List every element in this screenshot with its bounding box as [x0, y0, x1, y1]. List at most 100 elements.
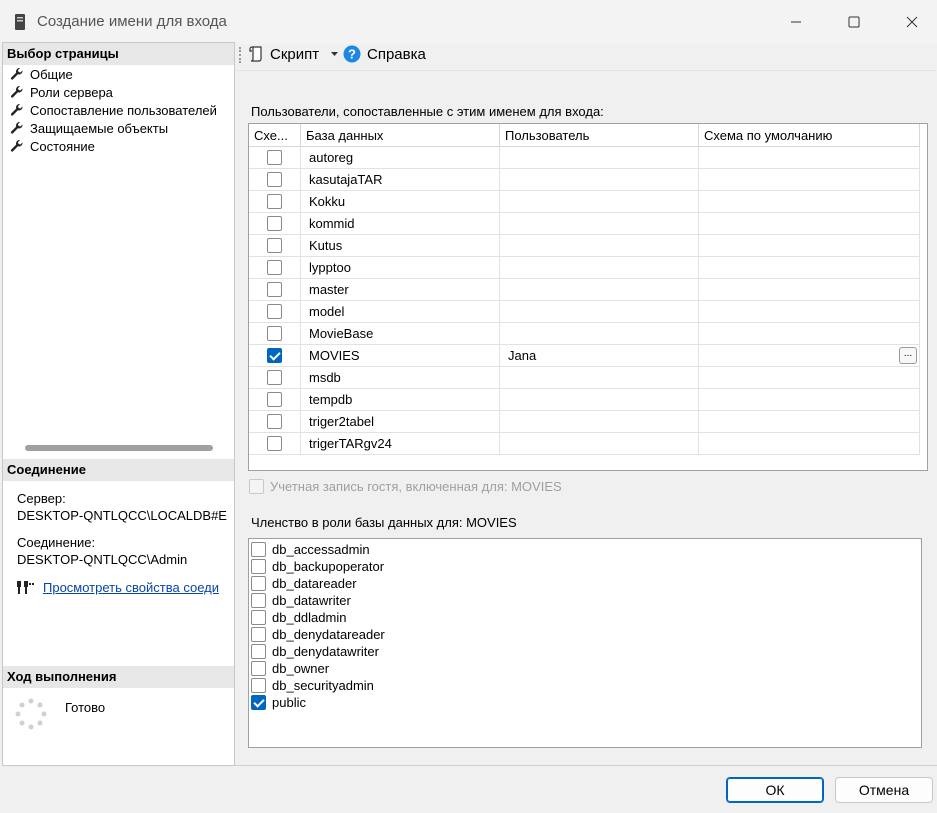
user-cell[interactable] — [500, 147, 699, 169]
map-checkbox[interactable] — [267, 282, 282, 297]
default-schema-cell[interactable]: ... — [699, 345, 920, 367]
role-checkbox[interactable] — [251, 644, 266, 659]
map-checkbox[interactable] — [267, 216, 282, 231]
table-row[interactable]: MOVIES Jana... — [249, 345, 920, 367]
user-cell[interactable] — [500, 169, 699, 191]
map-checkbox[interactable] — [267, 172, 282, 187]
role-checkbox[interactable] — [251, 678, 266, 693]
role-checkbox[interactable] — [251, 576, 266, 591]
map-checkbox[interactable] — [267, 326, 282, 341]
database-cell[interactable]: trigerTARgv24 — [301, 433, 500, 455]
ok-button[interactable]: ОК — [726, 777, 824, 803]
table-row[interactable]: triger2tabel — [249, 411, 920, 433]
page-item-securables[interactable]: Защищаемые объекты — [3, 119, 234, 137]
user-cell[interactable] — [500, 367, 699, 389]
column-header-map[interactable]: Схе... — [249, 124, 301, 147]
role-item[interactable]: db_owner — [251, 660, 329, 677]
map-checkbox[interactable] — [267, 414, 282, 429]
user-cell[interactable] — [500, 323, 699, 345]
page-item-user-mapping[interactable]: Сопоставление пользователей — [3, 101, 234, 119]
user-cell[interactable] — [500, 433, 699, 455]
page-item-general[interactable]: Общие — [3, 65, 234, 83]
map-checkbox[interactable] — [267, 194, 282, 209]
user-cell[interactable] — [500, 235, 699, 257]
table-row[interactable]: model — [249, 301, 920, 323]
chevron-down-icon[interactable] — [331, 51, 339, 57]
database-cell[interactable]: Kutus — [301, 235, 500, 257]
role-checkbox[interactable] — [251, 695, 266, 710]
database-cell[interactable]: MovieBase — [301, 323, 500, 345]
table-row[interactable]: msdb — [249, 367, 920, 389]
role-item[interactable]: db_ddladmin — [251, 609, 346, 626]
role-checkbox[interactable] — [251, 610, 266, 625]
page-item-server-roles[interactable]: Роли сервера — [3, 83, 234, 101]
close-icon[interactable] — [900, 10, 924, 34]
role-checkbox[interactable] — [251, 542, 266, 557]
default-schema-cell[interactable] — [699, 169, 920, 191]
user-cell[interactable]: Jana — [500, 345, 699, 367]
role-checkbox[interactable] — [251, 661, 266, 676]
user-cell[interactable] — [500, 389, 699, 411]
map-checkbox[interactable] — [267, 260, 282, 275]
table-row[interactable]: Kutus — [249, 235, 920, 257]
user-cell[interactable] — [500, 279, 699, 301]
table-row[interactable]: trigerTARgv24 — [249, 433, 920, 455]
database-cell[interactable]: triger2tabel — [301, 411, 500, 433]
column-header-user[interactable]: Пользователь — [500, 124, 699, 147]
default-schema-cell[interactable] — [699, 323, 920, 345]
database-cell[interactable]: kasutajaTAR — [301, 169, 500, 191]
map-checkbox[interactable] — [267, 238, 282, 253]
role-item[interactable]: db_denydatawriter — [251, 643, 379, 660]
role-item[interactable]: db_backupoperator — [251, 558, 384, 575]
column-header-default-schema[interactable]: Схема по умолчанию — [699, 124, 920, 147]
map-checkbox[interactable] — [267, 348, 282, 363]
user-cell[interactable] — [500, 257, 699, 279]
map-checkbox[interactable] — [267, 150, 282, 165]
page-item-status[interactable]: Состояние — [3, 137, 234, 155]
table-row[interactable]: autoreg — [249, 147, 920, 169]
user-cell[interactable] — [500, 301, 699, 323]
script-button[interactable]: Скрипт — [248, 45, 339, 63]
database-cell[interactable]: msdb — [301, 367, 500, 389]
database-cell[interactable]: autoreg — [301, 147, 500, 169]
help-button[interactable]: ? Справка — [343, 45, 426, 63]
table-row[interactable]: MovieBase — [249, 323, 920, 345]
map-checkbox[interactable] — [267, 392, 282, 407]
role-item[interactable]: public — [251, 694, 306, 711]
table-row[interactable]: master — [249, 279, 920, 301]
default-schema-cell[interactable] — [699, 433, 920, 455]
default-schema-cell[interactable] — [699, 301, 920, 323]
table-row[interactable]: kommid — [249, 213, 920, 235]
default-schema-cell[interactable] — [699, 411, 920, 433]
default-schema-cell[interactable] — [699, 191, 920, 213]
database-cell[interactable]: tempdb — [301, 389, 500, 411]
role-item[interactable]: db_denydatareader — [251, 626, 385, 643]
role-checkbox[interactable] — [251, 559, 266, 574]
table-row[interactable]: lypptoo — [249, 257, 920, 279]
minimize-icon[interactable] — [784, 10, 808, 34]
view-connection-properties-link[interactable]: Просмотреть свойства соеди — [43, 580, 234, 596]
user-cell[interactable] — [500, 191, 699, 213]
user-cell[interactable] — [500, 213, 699, 235]
table-row[interactable]: kasutajaTAR — [249, 169, 920, 191]
default-schema-cell[interactable] — [699, 257, 920, 279]
column-header-database[interactable]: База данных — [301, 124, 500, 147]
database-cell[interactable]: model — [301, 301, 500, 323]
default-schema-cell[interactable] — [699, 389, 920, 411]
default-schema-cell[interactable] — [699, 279, 920, 301]
maximize-icon[interactable] — [842, 10, 866, 34]
map-checkbox[interactable] — [267, 304, 282, 319]
map-checkbox[interactable] — [267, 370, 282, 385]
cancel-button[interactable]: Отмена — [835, 777, 933, 803]
horizontal-scrollbar[interactable] — [25, 445, 213, 451]
map-checkbox[interactable] — [267, 436, 282, 451]
default-schema-cell[interactable] — [699, 147, 920, 169]
role-item[interactable]: db_accessadmin — [251, 541, 370, 558]
browse-schema-button[interactable]: ... — [899, 347, 917, 364]
default-schema-cell[interactable] — [699, 367, 920, 389]
database-cell[interactable]: Kokku — [301, 191, 500, 213]
table-row[interactable]: tempdb — [249, 389, 920, 411]
database-cell[interactable]: kommid — [301, 213, 500, 235]
role-item[interactable]: db_securityadmin — [251, 677, 374, 694]
default-schema-cell[interactable] — [699, 235, 920, 257]
